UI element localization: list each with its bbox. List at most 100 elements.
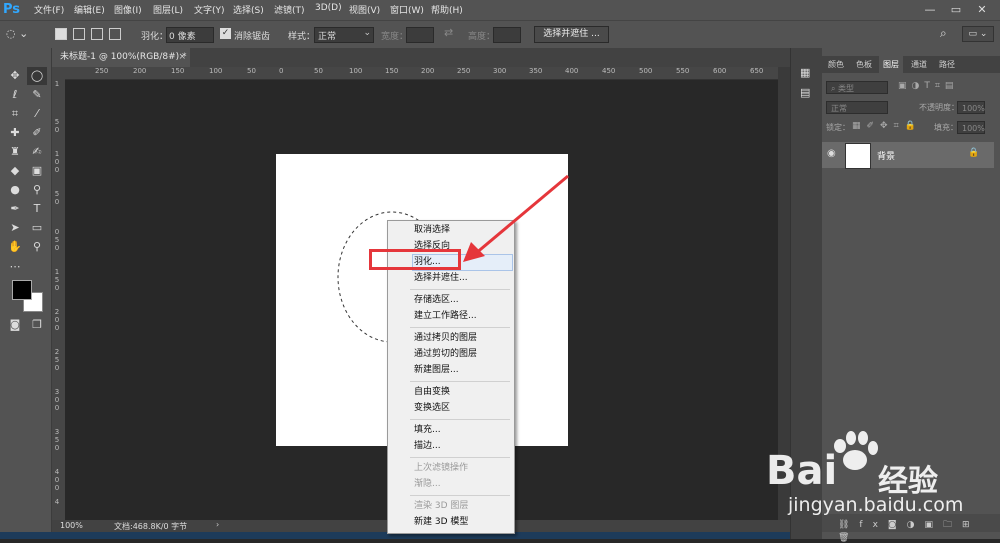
swap-icon[interactable]: ⇄ [444,26,453,39]
width-input[interactable] [406,27,434,43]
blur-icon[interactable]: ● [5,181,25,199]
dodge-icon[interactable]: ⚲ [27,181,47,199]
menu-item-layer-via-cut[interactable]: 通过剪切的图层 [414,348,477,360]
properties-panel-icon[interactable]: ▤ [800,86,810,99]
menu-item-make-work-path[interactable]: 建立工作路径... [414,310,477,322]
hand-icon[interactable]: ✋ [5,238,25,256]
layer-kind-filter[interactable]: ⌕ 类型 [826,81,888,94]
path-select-icon[interactable]: ➤ [5,219,25,237]
tab-layers[interactable]: 图层 [879,56,903,73]
menu-item-fade[interactable]: 渐隐... [414,478,441,490]
history-panel-icon[interactable]: ▦ [800,66,810,79]
menu-file[interactable]: 文件(F) [34,3,64,16]
menu-view[interactable]: 视图(V) [349,3,380,16]
layer-row[interactable]: ◉ 背景 🔒 [822,142,994,169]
workspace-icon[interactable]: ▭ ⌄ [962,26,994,42]
zoom-level[interactable]: 100% [60,521,83,530]
move-icon[interactable]: ✥ [5,67,25,85]
arrow-head [463,242,485,262]
more-icon[interactable]: ⋯ [5,258,25,276]
menu-item-transform-selection[interactable]: 变换选区 [414,402,450,414]
menu-item-free-transform[interactable]: 自由变换 [414,386,450,398]
history-brush-icon[interactable]: ✍ [27,143,47,161]
screen-mode-icon[interactable]: ❐ [27,316,47,334]
opacity-input[interactable]: 100% [957,101,985,114]
stamp-icon[interactable]: ♜ [5,143,25,161]
style-select[interactable]: 正常 ⌄ [314,27,374,43]
paw-icon [834,431,878,470]
fill-input[interactable]: 100% [957,121,985,134]
layer-action-icons[interactable]: ⛓fx◙◑▣🗀⊞🗑 [838,517,1000,543]
menu-filter[interactable]: 滤镜(T) [274,3,305,16]
eraser-icon[interactable]: ◆ [5,162,25,180]
tab-swatches[interactable]: 色板 [852,56,876,73]
opacity-label: 不透明度： [919,103,959,112]
menu-item-stroke[interactable]: 描边... [414,440,441,452]
intersect-selection-icon[interactable] [109,28,121,40]
width-label: 宽度： [381,32,409,42]
menu-3d[interactable]: 3D(D) [315,3,342,13]
menu-item-layer-via-copy[interactable]: 通过拷贝的图层 [414,332,477,344]
shape-icon[interactable]: ▭ [27,219,47,237]
lasso-icon[interactable]: ℓ [5,86,25,104]
menu-help[interactable]: 帮助(H) [431,3,463,16]
menu-item-select-and-mask[interactable]: 选择并遮住... [414,272,468,284]
menu-item-deselect[interactable]: 取消选择 [414,224,450,236]
healing-icon[interactable]: ✚ [5,124,25,142]
gradient-icon[interactable]: ▣ [27,162,47,180]
menu-image[interactable]: 图像(I) [114,3,142,16]
height-input[interactable] [493,27,521,43]
quick-mask-icon[interactable]: ◙ [5,316,25,334]
add-selection-icon[interactable] [73,28,85,40]
ruler-tick: 5 [54,436,60,444]
new-selection-icon[interactable] [55,28,67,40]
layer-name[interactable]: 背景 [877,149,895,162]
tab-channels[interactable]: 通道 [907,56,931,73]
menu-item-render-3d-layer[interactable]: 渲染 3D 图层 [414,500,468,512]
feather-input[interactable]: 0 像素 [166,27,214,43]
chevron-right-icon[interactable]: › [216,520,219,529]
menu-item-last-filter[interactable]: 上次滤镜操作 [414,462,468,474]
search-icon[interactable]: ⌕ [940,26,947,41]
eyedropper-icon[interactable]: ⁄ [27,105,47,123]
lock-icons[interactable]: ▦✐✥⌗🔒 [852,121,922,131]
blend-mode-select[interactable]: 正常 [826,101,888,114]
layer-filter-icons[interactable]: ▣◑T⌗▤ [898,81,958,91]
antialias-checkbox[interactable]: ✓ [220,28,231,39]
watermark-url: jingyan.baidu.com [788,494,964,516]
document-tab[interactable]: 未标题-1 @ 100%(RGB/8#) * × [52,48,190,67]
ruler-corner [52,67,65,79]
select-and-mask-button[interactable]: 选择并遮住 ... [534,26,609,43]
menu-edit[interactable]: 编辑(E) [74,3,105,16]
ruler-tick: 0 [54,396,60,404]
close-icon[interactable]: ✕ [972,2,992,17]
highlight-box [369,249,461,270]
brush-icon[interactable]: ✐ [27,124,47,142]
minimize-icon[interactable]: — [920,2,940,17]
menu-item-save-selection[interactable]: 存储选区... [414,294,459,306]
ruler-tick: 650 [750,67,764,75]
restore-icon[interactable]: ▭ [946,2,966,17]
menu-item-fill[interactable]: 填充... [414,424,441,436]
subtract-selection-icon[interactable] [91,28,103,40]
menu-layer[interactable]: 图层(L) [153,3,183,16]
pen-icon[interactable]: ✒ [5,200,25,218]
foreground-color-icon[interactable] [12,280,32,300]
menu-item-new-3d-model[interactable]: 新建 3D 模型 [414,516,468,528]
ruler-tick: 2 [54,348,60,356]
type-icon[interactable]: T [27,200,47,218]
tab-color[interactable]: 颜色 [824,56,848,73]
zoom-icon[interactable]: ⚲ [27,238,47,256]
menu-item-new-layer[interactable]: 新建图层... [414,364,459,376]
menu-window[interactable]: 窗口(W) [390,3,424,16]
menu-type[interactable]: 文字(Y) [194,3,225,16]
tab-paths[interactable]: 路径 [935,56,959,73]
menu-select[interactable]: 选择(S) [233,3,264,16]
tool-preset-icon[interactable]: ◌ ⌄ [6,25,38,43]
tab-close-icon[interactable]: × [178,48,186,67]
quick-select-icon[interactable]: ✎ [27,86,47,104]
marquee-ellipse-icon[interactable]: ◯ [27,67,47,85]
crop-icon[interactable]: ⌗ [5,105,25,123]
ruler-tick: 150 [385,67,399,75]
eye-icon[interactable]: ◉ [827,148,836,159]
